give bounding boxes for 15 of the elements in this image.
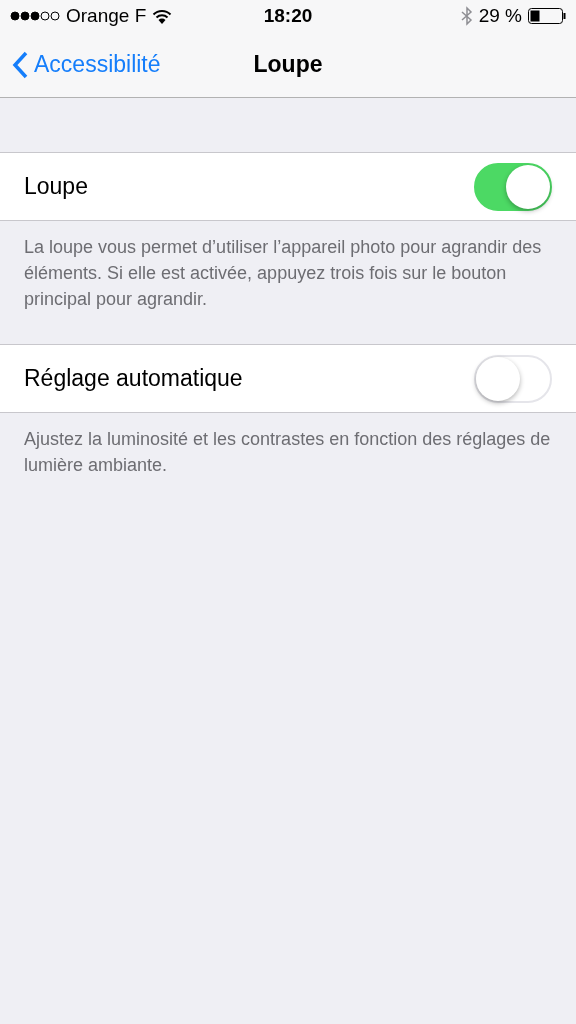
bluetooth-icon xyxy=(460,6,473,26)
wifi-icon xyxy=(152,8,173,24)
signal-icon xyxy=(10,11,60,21)
back-chevron-icon xyxy=(12,50,28,79)
setting-label: Loupe xyxy=(24,173,88,200)
setting-description: La loupe vous permet d’utiliser l’appareil photo pour agrandir des éléments. Si elle est activée, appuyez trois fois sur le bouton principal pour agrandir. xyxy=(23,236,543,311)
setting-description: Ajustez la luminosité et les contrastes en fonction des réglages de lumière ambiante. xyxy=(23,428,552,477)
page-title: Loupe xyxy=(253,51,323,78)
toggle-switch[interactable] xyxy=(474,162,552,211)
carrier-name: Orange F xyxy=(66,5,147,27)
back-button[interactable]: Accessibilité xyxy=(0,49,167,80)
clock-time: 18:20 xyxy=(263,5,313,27)
battery-percent: 29 % xyxy=(478,5,522,27)
setting-label: Réglage automatique xyxy=(24,365,243,392)
battery-icon xyxy=(528,8,566,24)
